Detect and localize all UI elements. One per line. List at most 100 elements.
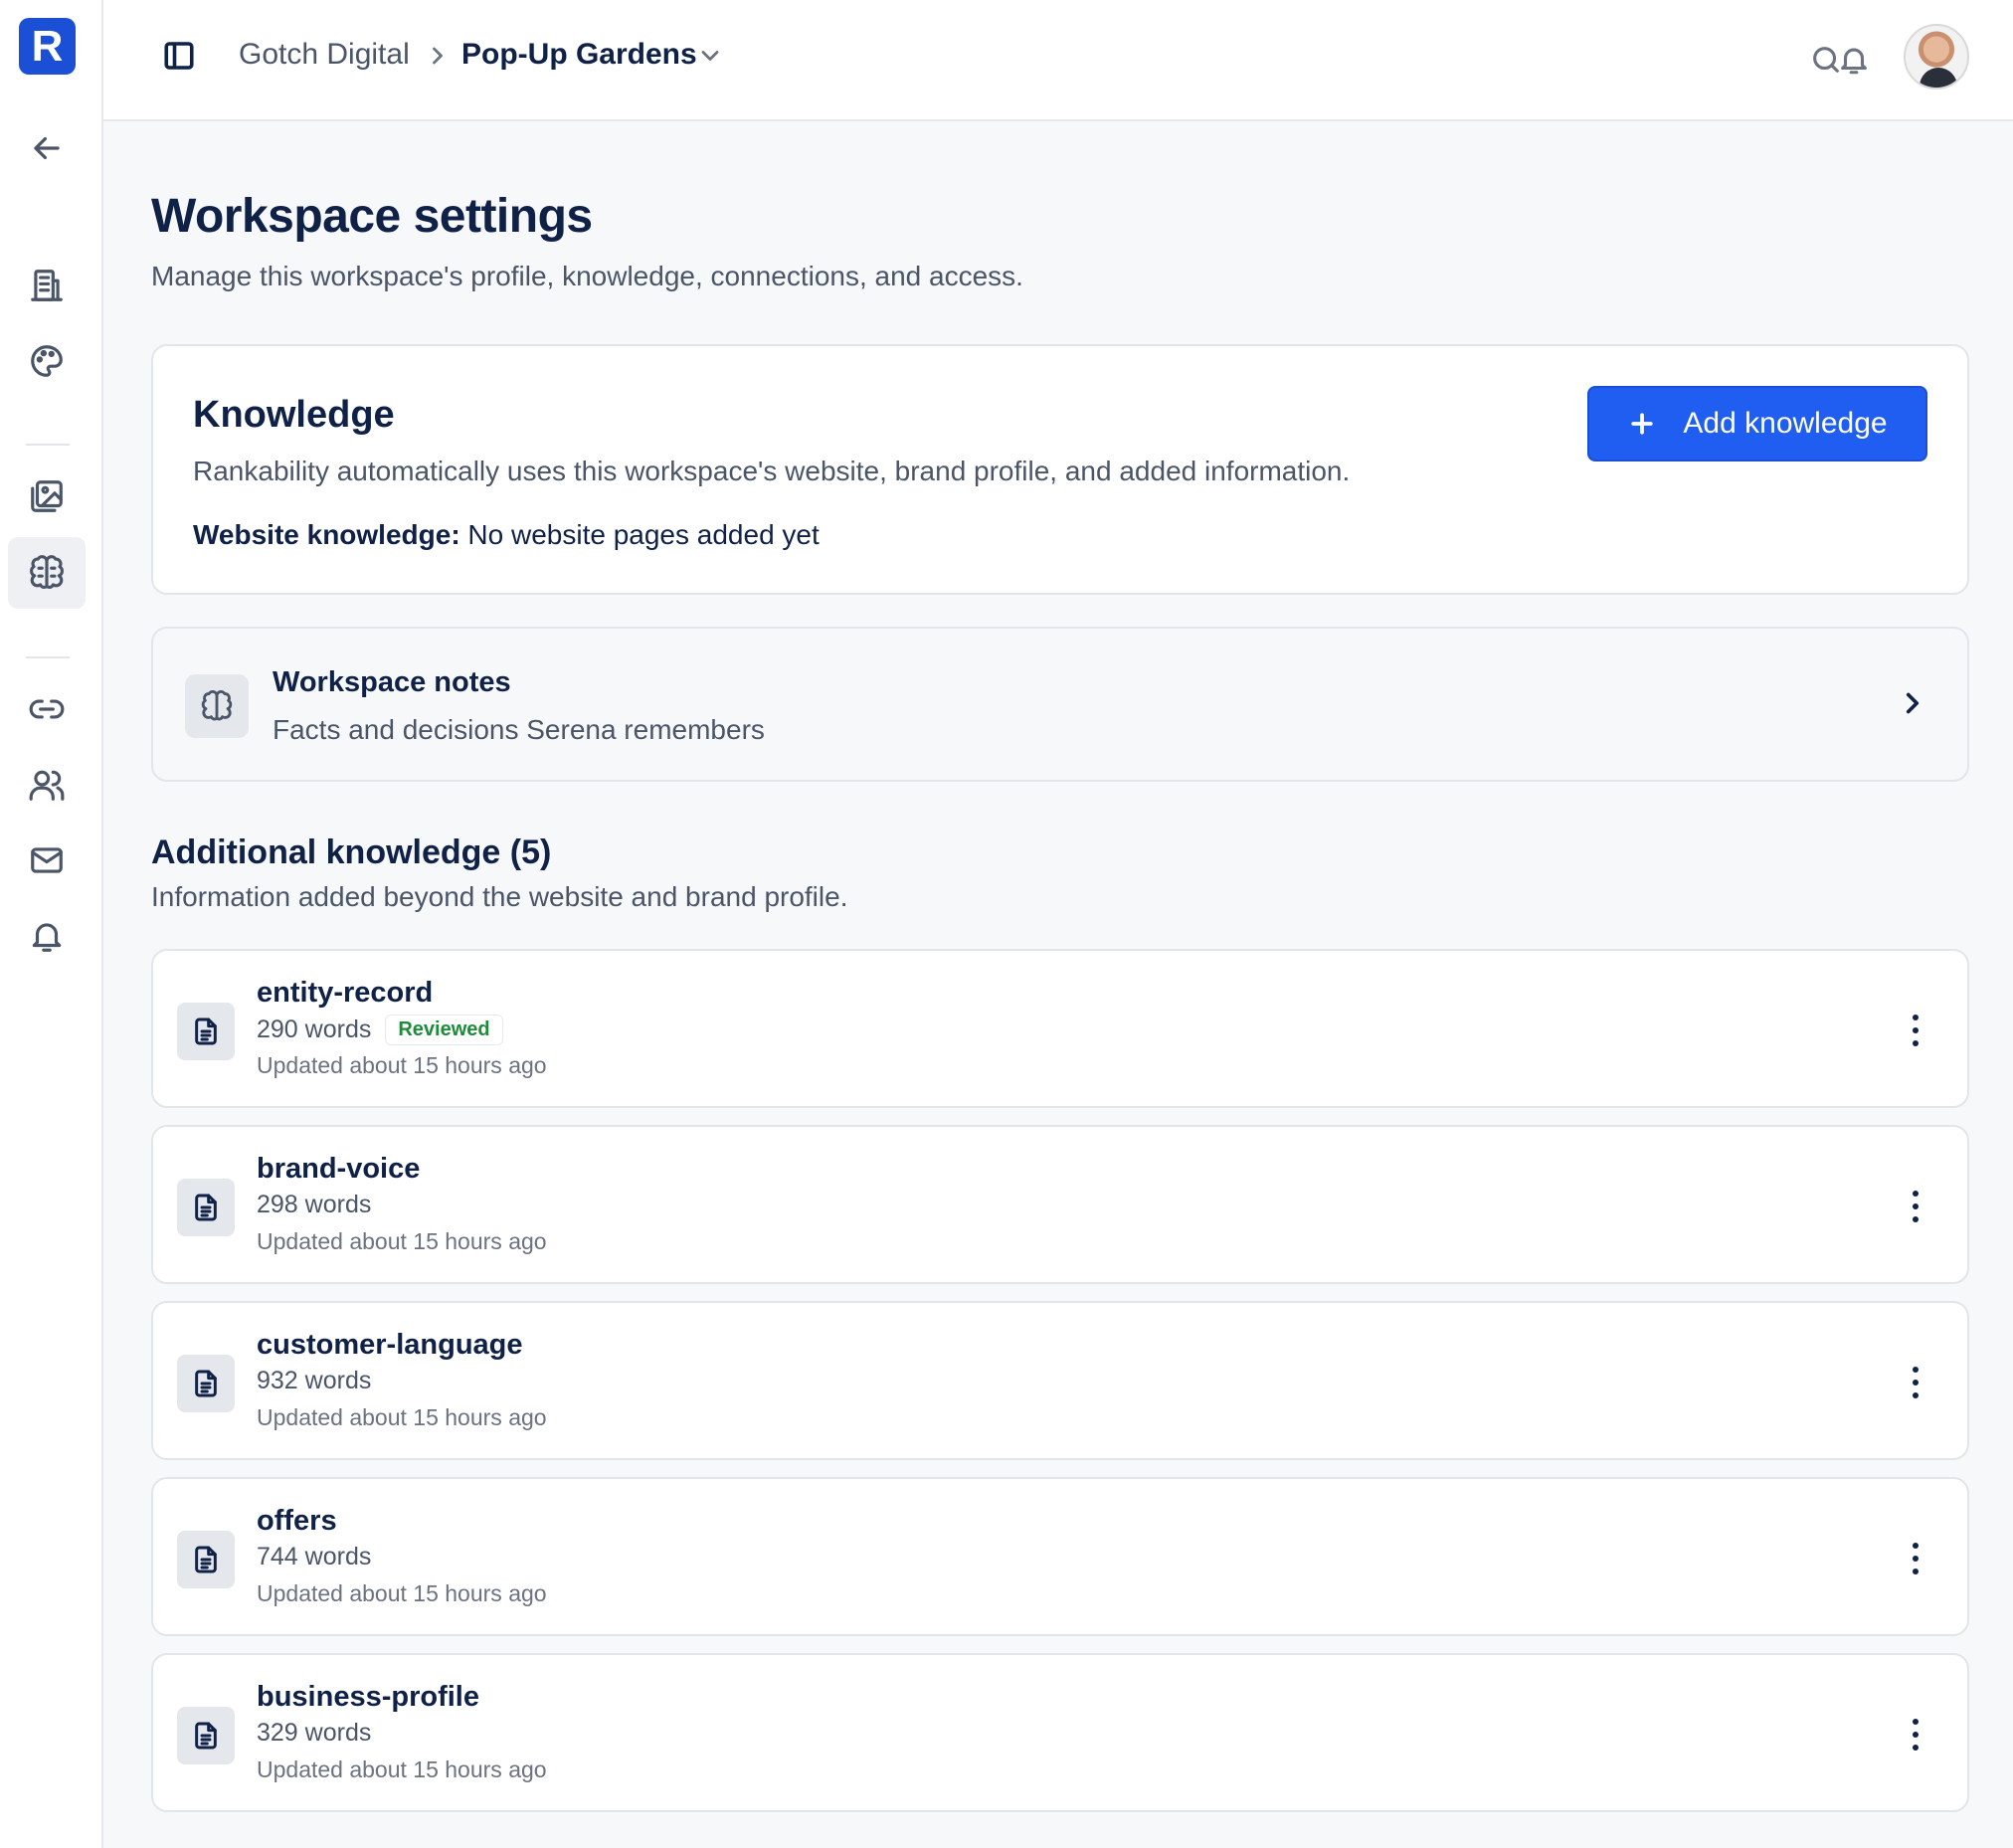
kebab-dot	[1913, 1745, 1919, 1751]
item-meta: 290 words Reviewed	[257, 1015, 503, 1045]
sidebar-item-connections[interactable]	[20, 682, 74, 736]
kebab-dot	[1913, 1027, 1919, 1033]
list-item[interactable]: offers 744 words Updated about 15 hours …	[151, 1477, 1969, 1636]
list-item[interactable]: business-profile 329 words Updated about…	[151, 1653, 1969, 1812]
back-button[interactable]	[20, 121, 74, 175]
chevron-right-icon	[1896, 686, 1931, 722]
palette-icon	[31, 345, 63, 377]
workspace-dropdown-button[interactable]	[696, 42, 726, 72]
item-name[interactable]: brand-voice	[257, 1153, 420, 1186]
sidebar-item-notifications[interactable]	[20, 909, 74, 963]
knowledge-description: Rankability automatically uses this work…	[193, 456, 1351, 486]
breadcrumb-org[interactable]: Gotch Digital	[239, 38, 410, 72]
kebab-dot	[1913, 1380, 1919, 1386]
more-options-button[interactable]	[1906, 1711, 1925, 1758]
bell-icon	[1841, 48, 1867, 75]
website-knowledge-value: No website pages added yet	[467, 519, 820, 550]
page-title: Workspace settings	[151, 190, 593, 243]
more-options-button[interactable]	[1906, 1183, 1925, 1230]
item-word-count: 932 words	[257, 1367, 372, 1394]
kebab-dot	[1913, 1543, 1919, 1549]
link-icon	[29, 699, 65, 719]
sidebar-item-brand[interactable]	[20, 334, 74, 388]
document-icon	[177, 1707, 235, 1764]
item-word-count: 298 words	[257, 1191, 372, 1218]
list-item[interactable]: entity-record 290 words Reviewed Updated…	[151, 949, 1969, 1108]
item-name[interactable]: customer-language	[257, 1329, 523, 1362]
item-updated: Updated about 15 hours ago	[257, 1580, 547, 1606]
app-logo[interactable]: R	[19, 18, 76, 75]
website-knowledge-status: Website knowledge: No website pages adde…	[193, 519, 820, 551]
bell-icon	[32, 923, 62, 952]
add-knowledge-label: Add knowledge	[1683, 407, 1888, 440]
chevron-right-icon	[424, 42, 454, 72]
add-knowledge-button[interactable]: Add knowledge	[1587, 386, 1927, 462]
kebab-dot	[1913, 1015, 1919, 1020]
item-word-count: 329 words	[257, 1719, 372, 1747]
additional-knowledge-title: Additional knowledge (5)	[151, 833, 552, 871]
bell-button[interactable]	[1832, 38, 1876, 82]
status-badge: Reviewed	[385, 1015, 503, 1045]
plus-icon	[1631, 413, 1654, 435]
notes-title: Workspace notes	[273, 666, 511, 698]
more-options-button[interactable]	[1906, 1535, 1925, 1582]
sidebar-divider	[26, 444, 70, 446]
page-subtitle: Manage this workspace's profile, knowled…	[151, 261, 1023, 291]
item-name[interactable]: offers	[257, 1505, 337, 1538]
list-item[interactable]: customer-language 932 words Updated abou…	[151, 1301, 1969, 1460]
item-name[interactable]: entity-record	[257, 977, 433, 1010]
item-word-count: 290 words	[257, 1016, 372, 1043]
kebab-dot	[1913, 1392, 1919, 1398]
knowledge-title: Knowledge	[193, 394, 395, 436]
kebab-dot	[1913, 1556, 1919, 1562]
brain-icon	[201, 689, 233, 721]
sidebar-item-workspace[interactable]	[20, 259, 74, 312]
kebab-dot	[1913, 1569, 1919, 1574]
mail-icon	[31, 847, 63, 873]
kebab-dot	[1913, 1191, 1919, 1197]
item-word-count: 744 words	[257, 1543, 372, 1571]
list-item[interactable]: brand-voice 298 words Updated about 15 h…	[151, 1125, 1969, 1284]
document-icon	[177, 1355, 235, 1412]
more-options-button[interactable]	[1906, 1359, 1925, 1406]
knowledge-card: Knowledge Rankability automatically uses…	[151, 344, 1969, 595]
breadcrumb-workspace[interactable]: Pop-Up Gardens	[461, 38, 697, 72]
kebab-dot	[1913, 1216, 1919, 1222]
chevron-down-icon	[701, 51, 719, 61]
sidebar: R	[0, 0, 103, 1848]
workspace-notes-row[interactable]: Workspace notes Facts and decisions Sere…	[151, 627, 1969, 782]
kebab-dot	[1913, 1719, 1919, 1725]
item-meta: 298 words	[257, 1191, 371, 1219]
sidebar-item-media[interactable]	[20, 469, 74, 523]
building-icon	[31, 270, 63, 301]
avatar[interactable]	[1904, 24, 1969, 90]
kebab-dot	[1913, 1367, 1919, 1373]
kebab-dot	[1913, 1203, 1919, 1209]
kebab-dot	[1913, 1732, 1919, 1738]
brain-icon	[30, 555, 64, 590]
sidebar-item-members[interactable]	[20, 758, 74, 812]
item-updated: Updated about 15 hours ago	[257, 1052, 547, 1078]
sidebar-panel-icon	[164, 42, 194, 70]
users-icon	[29, 770, 65, 801]
image-gallery-icon	[31, 480, 63, 512]
sidebar-divider	[26, 656, 70, 658]
sidebar-item-knowledge[interactable]	[8, 537, 86, 609]
notes-icon-box	[185, 674, 249, 738]
item-name[interactable]: business-profile	[257, 1681, 479, 1714]
additional-knowledge-subtitle: Information added beyond the website and…	[151, 881, 848, 912]
notes-subtitle: Facts and decisions Serena remembers	[273, 714, 765, 745]
arrow-left-icon	[34, 136, 60, 160]
item-meta: 744 words	[257, 1543, 371, 1571]
website-knowledge-label: Website knowledge:	[193, 519, 460, 550]
document-icon	[177, 1179, 235, 1236]
document-icon	[177, 1003, 235, 1060]
topbar: Gotch Digital Pop-Up Gardens	[103, 0, 2013, 121]
document-icon	[177, 1531, 235, 1588]
kebab-dot	[1913, 1040, 1919, 1046]
sidebar-item-email[interactable]	[20, 833, 74, 887]
item-meta: 932 words	[257, 1367, 371, 1395]
panel-toggle-button[interactable]	[161, 38, 205, 78]
item-updated: Updated about 15 hours ago	[257, 1228, 547, 1254]
more-options-button[interactable]	[1906, 1007, 1925, 1054]
